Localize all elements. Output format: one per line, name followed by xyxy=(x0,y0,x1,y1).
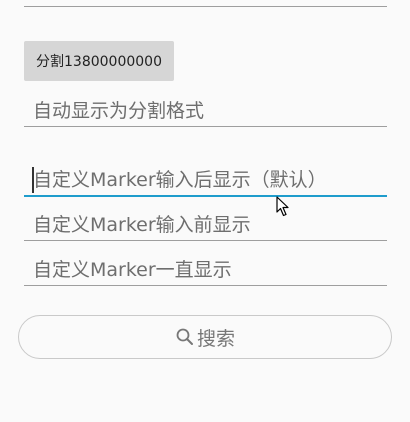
marker-before-input-hint: 自定义Marker输入前显示 xyxy=(33,214,251,236)
search-icon xyxy=(176,328,193,345)
mouse-pointer-icon xyxy=(276,196,289,217)
marker-after-input-hint: 自定义Marker输入后显示（默认） xyxy=(33,169,327,191)
search-button[interactable]: 搜索 xyxy=(18,315,392,359)
split-format-button[interactable]: 分割13800000000 xyxy=(24,41,174,81)
marker-always-hint: 自定义Marker一直显示 xyxy=(33,259,232,281)
marker-always-field[interactable]: 自定义Marker一直显示 xyxy=(24,259,387,286)
marker-before-input-field[interactable]: 自定义Marker输入前显示 xyxy=(24,214,387,241)
search-button-label: 搜索 xyxy=(196,327,235,350)
auto-split-hint: 自动显示为分割格式 xyxy=(33,100,205,122)
marker-after-input-field[interactable]: 自定义Marker输入后显示（默认） xyxy=(24,167,387,197)
top-field-underline[interactable] xyxy=(24,0,387,7)
auto-split-field[interactable]: 自动显示为分割格式 xyxy=(24,100,387,127)
